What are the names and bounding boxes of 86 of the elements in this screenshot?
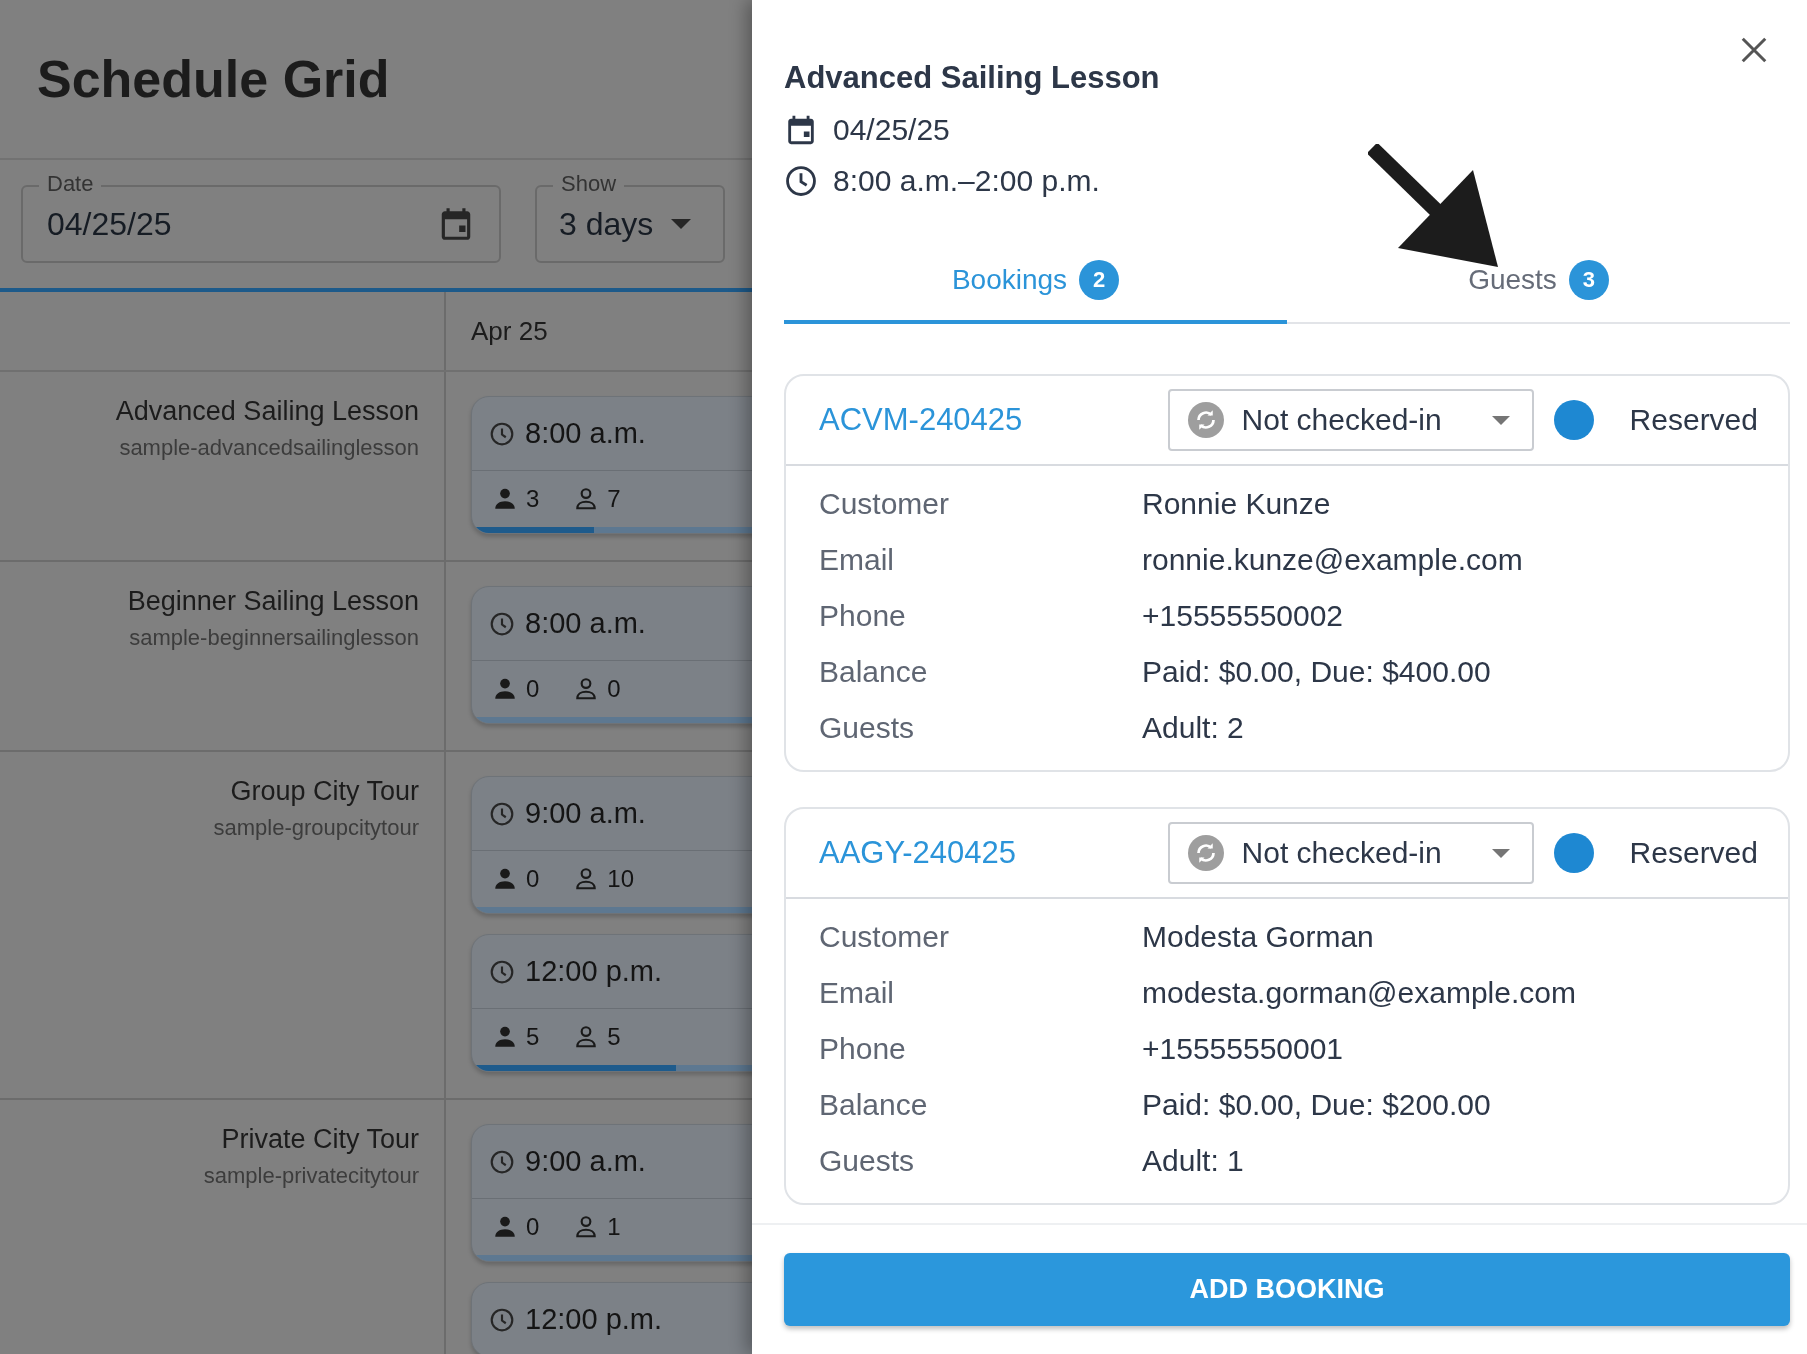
person-icon bbox=[492, 676, 518, 702]
product-name: Group City Tour bbox=[229, 776, 419, 807]
available-count: 7 bbox=[607, 485, 621, 513]
product-name: Private City Tour bbox=[220, 1124, 419, 1155]
person-icon bbox=[492, 866, 518, 892]
time-slot-card[interactable]: 9:00 a.m. 0 1 bbox=[471, 1124, 752, 1262]
detail-label: Email bbox=[819, 543, 895, 577]
booked-count: 3 bbox=[526, 485, 540, 513]
product-code: sample-privatecitytour bbox=[202, 1163, 419, 1189]
product-code: sample-beginnersailinglesson bbox=[128, 625, 419, 651]
detail-value: Adult: 1 bbox=[1142, 1144, 1245, 1178]
person-icon bbox=[492, 1214, 518, 1240]
clock-icon bbox=[489, 958, 515, 985]
caret-icon bbox=[671, 219, 692, 229]
detail-value: modesta.gorman@example.com bbox=[1142, 976, 1577, 1010]
person-icon bbox=[492, 486, 518, 512]
detail-label: Guests bbox=[819, 711, 916, 745]
page-title: Schedule Grid bbox=[37, 49, 390, 109]
booking-reference-link[interactable]: ACVM-240425 bbox=[819, 402, 1168, 438]
person-icon bbox=[492, 1024, 518, 1050]
status-label: Reserved bbox=[1629, 836, 1758, 870]
detail-label: Balance bbox=[819, 1088, 929, 1122]
slot-time: 8:00 a.m. bbox=[525, 417, 646, 450]
clock-icon bbox=[489, 800, 515, 827]
detail-label: Balance bbox=[819, 655, 929, 689]
product-name: Beginner Sailing Lesson bbox=[126, 586, 419, 617]
clock-icon bbox=[489, 1306, 515, 1333]
detail-value: Paid: $0.00, Due: $400.00 bbox=[1142, 655, 1492, 689]
slot-time: 9:00 a.m. bbox=[525, 797, 646, 830]
clock-icon bbox=[784, 164, 818, 198]
time-slot-card[interactable]: 8:00 a.m. 3 7 bbox=[471, 396, 752, 534]
detail-label: Phone bbox=[819, 1032, 907, 1066]
event-date: 04/25/25 bbox=[833, 113, 950, 147]
detail-value: Adult: 2 bbox=[1142, 711, 1245, 745]
product-code: sample-advancedsailinglesson bbox=[118, 435, 419, 461]
detail-value: Paid: $0.00, Due: $200.00 bbox=[1142, 1088, 1492, 1122]
booked-count: 5 bbox=[526, 1023, 540, 1051]
detail-value: +15555550001 bbox=[1142, 1032, 1345, 1066]
slot-time: 8:00 a.m. bbox=[525, 607, 646, 640]
booking-reference-link[interactable]: AAGY-240425 bbox=[819, 835, 1168, 871]
product-name: Advanced Sailing Lesson bbox=[114, 396, 419, 427]
tab[interactable]: Guests 3 bbox=[1287, 240, 1790, 324]
detail-value: Modesta Gorman bbox=[1142, 920, 1375, 954]
sync-icon bbox=[1187, 835, 1224, 871]
drawer-title: Advanced Sailing Lesson bbox=[784, 60, 1161, 96]
slot-time: 12:00 p.m. bbox=[525, 955, 663, 988]
time-slot-card[interactable]: 12:00 p.m. 5 5 bbox=[471, 934, 752, 1072]
detail-value: ronnie.kunze@example.com bbox=[1142, 543, 1524, 577]
detail-value: +15555550002 bbox=[1142, 599, 1345, 633]
show-dropdown[interactable]: Show 3 days bbox=[535, 171, 725, 263]
check-in-dropdown[interactable]: Not checked-in bbox=[1167, 389, 1534, 451]
caret-icon bbox=[1491, 415, 1510, 425]
product-code: sample-groupcitytour bbox=[212, 815, 419, 841]
available-count: 5 bbox=[607, 1023, 621, 1051]
close-icon[interactable] bbox=[1739, 35, 1769, 65]
available-count: 10 bbox=[607, 865, 635, 893]
clock-icon bbox=[489, 1148, 515, 1175]
detail-value: Ronnie Kunze bbox=[1142, 487, 1332, 521]
booked-count: 0 bbox=[526, 675, 540, 703]
time-slot-card[interactable]: 8:00 a.m. 0 0 bbox=[471, 586, 752, 724]
available-count: 1 bbox=[607, 1213, 621, 1241]
status-label: Reserved bbox=[1629, 403, 1758, 437]
time-slot-card[interactable]: 9:00 a.m. 0 10 bbox=[471, 776, 752, 914]
available-count: 0 bbox=[607, 675, 621, 703]
tab[interactable]: Bookings 2 bbox=[784, 240, 1287, 324]
slot-time: 12:00 p.m. bbox=[525, 1303, 663, 1336]
detail-label: Email bbox=[819, 976, 895, 1010]
detail-label: Customer bbox=[819, 487, 951, 521]
detail-label: Guests bbox=[819, 1144, 916, 1178]
sync-icon bbox=[1187, 402, 1224, 438]
detail-label: Customer bbox=[819, 920, 951, 954]
add-booking-button[interactable]: ADD BOOKING bbox=[784, 1253, 1790, 1326]
caret-icon bbox=[1491, 848, 1510, 858]
column-header: Apr 25 bbox=[471, 315, 548, 347]
clock-icon bbox=[489, 420, 515, 447]
time-slot-card[interactable]: 12:00 p.m. bbox=[471, 1282, 752, 1354]
slot-time: 9:00 a.m. bbox=[525, 1145, 646, 1178]
booked-count: 0 bbox=[526, 1213, 540, 1241]
count-badge: 3 bbox=[1568, 260, 1609, 300]
check-in-dropdown[interactable]: Not checked-in bbox=[1167, 822, 1534, 884]
detail-label: Phone bbox=[819, 599, 907, 633]
booked-count: 0 bbox=[526, 865, 540, 893]
date-field[interactable]: Date 04/25/25 bbox=[21, 171, 501, 263]
clock-icon bbox=[489, 610, 515, 637]
event-time: 8:00 a.m.–2:00 p.m. bbox=[833, 164, 1100, 198]
count-badge: 2 bbox=[1079, 260, 1120, 300]
